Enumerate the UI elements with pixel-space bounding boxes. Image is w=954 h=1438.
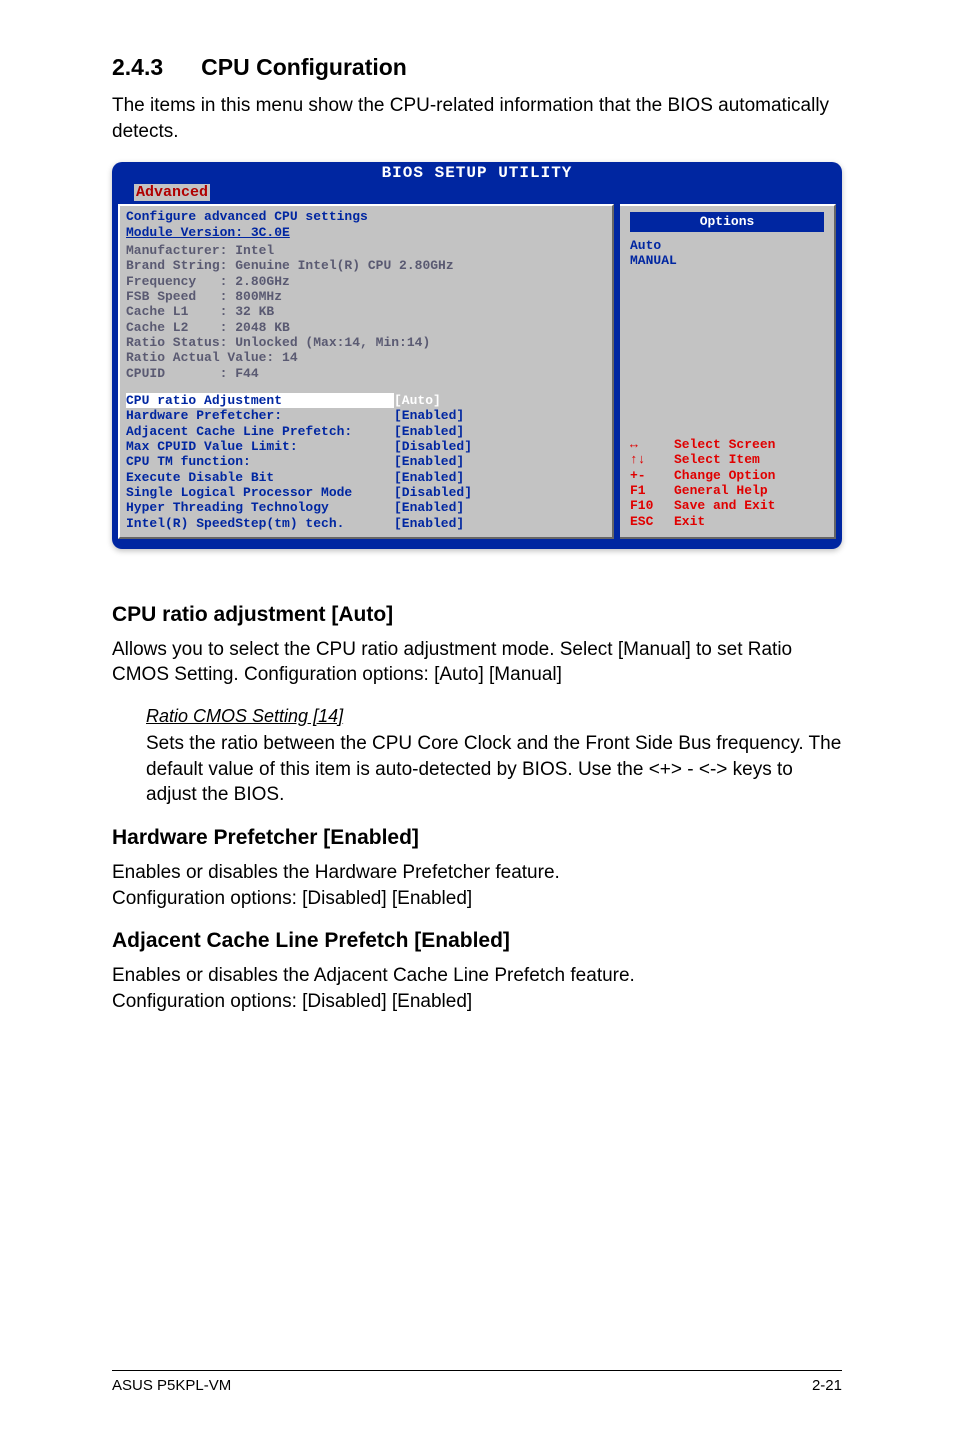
bios-param-label: CPU TM function: [126, 454, 394, 469]
bios-param-row[interactable]: Intel(R) SpeedStep(tm) tech.[Enabled] [126, 516, 606, 531]
bios-param-value: [Enabled] [394, 454, 464, 469]
bios-param-row[interactable]: Hardware Prefetcher:[Enabled] [126, 408, 606, 423]
bios-param-row[interactable]: Max CPUID Value Limit:[Disabled] [126, 439, 606, 454]
bios-nav-key: ↑↓ [630, 452, 674, 467]
bios-nav-row: F10Save and Exit [630, 498, 775, 513]
bios-param-row[interactable]: Hyper Threading Technology[Enabled] [126, 500, 606, 515]
hw-prefetcher-heading: Hardware Prefetcher [Enabled] [112, 826, 842, 850]
bios-param-row[interactable]: Execute Disable Bit[Enabled] [126, 470, 606, 485]
bios-option-item[interactable]: Auto [630, 238, 824, 253]
bios-nav-label: Exit [674, 514, 705, 529]
section-title: CPU Configuration [201, 54, 407, 80]
bios-cpu-info-line: FSB Speed : 800MHz [126, 289, 606, 304]
bios-nav-key: ESC [630, 514, 674, 529]
footer-right: 2-21 [812, 1377, 842, 1394]
bios-options-header: Options [630, 212, 824, 231]
bios-nav-key: ↔ [630, 437, 674, 452]
bios-nav-label: Select Screen [674, 437, 775, 452]
bios-cpu-info-line: Ratio Status: Unlocked (Max:14, Min:14) [126, 335, 606, 350]
bios-param-row[interactable]: Single Logical Processor Mode[Disabled] [126, 485, 606, 500]
bios-param-label: CPU ratio Adjustment [126, 393, 394, 408]
bios-cpu-info-line: Cache L1 : 32 KB [126, 304, 606, 319]
bios-param-value: [Disabled] [394, 439, 472, 454]
bios-cpu-info-line: Manufacturer: Intel [126, 243, 606, 258]
bios-param-value: [Enabled] [394, 500, 464, 515]
bios-nav-label: Select Item [674, 452, 760, 467]
bios-left-header: Configure advanced CPU settings Module V… [118, 204, 614, 240]
bios-nav-label: Change Option [674, 468, 775, 483]
footer-left: ASUS P5KPL-VM [112, 1377, 231, 1394]
bios-screenshot: BIOS SETUP UTILITY Advanced Configure ad… [112, 162, 842, 549]
ratio-cmos-heading: Ratio CMOS Setting [14] [146, 706, 343, 727]
bios-param-label: Single Logical Processor Mode [126, 485, 394, 500]
bios-cpu-info: Manufacturer: IntelBrand String: Genuine… [118, 240, 614, 387]
hw-prefetcher-p1: Enables or disables the Hardware Prefetc… [112, 860, 842, 886]
bios-cpu-info-line: CPUID : F44 [126, 366, 606, 381]
bios-param-value: [Enabled] [394, 470, 464, 485]
adj-cache-p2: Configuration options: [Disabled] [Enabl… [112, 989, 842, 1015]
ratio-cmos-block: Ratio CMOS Setting [14] Sets the ratio b… [112, 706, 842, 808]
bios-nav-key: F10 [630, 498, 674, 513]
bios-right-pane: Options AutoMANUAL ↔Select Screen↑↓Selec… [620, 204, 842, 549]
bios-nav-key: F1 [630, 483, 674, 498]
bios-param-label: Execute Disable Bit [126, 470, 394, 485]
bios-nav-row: ESCExit [630, 514, 775, 529]
cpu-ratio-paragraph: Allows you to select the CPU ratio adjus… [112, 637, 842, 688]
bios-param-label: Hyper Threading Technology [126, 500, 394, 515]
bios-param-row[interactable]: CPU ratio Adjustment[Auto] [126, 393, 606, 408]
bios-nav-row: F1General Help [630, 483, 775, 498]
bios-param-label: Intel(R) SpeedStep(tm) tech. [126, 516, 394, 531]
bios-nav-row: ↔Select Screen [630, 437, 775, 452]
bios-param-row[interactable]: CPU TM function:[Enabled] [126, 454, 606, 469]
intro-paragraph: The items in this menu show the CPU-rela… [112, 93, 842, 144]
ratio-cmos-paragraph: Sets the ratio between the CPU Core Cloc… [146, 731, 842, 808]
hw-prefetcher-p2: Configuration options: [Disabled] [Enabl… [112, 886, 842, 912]
bios-nav-label: General Help [674, 483, 768, 498]
bios-param-value: [Disabled] [394, 485, 472, 500]
bios-title: BIOS SETUP UTILITY [112, 162, 842, 184]
adj-cache-p1: Enables or disables the Adjacent Cache L… [112, 963, 842, 989]
bios-param-row[interactable]: Adjacent Cache Line Prefetch:[Enabled] [126, 424, 606, 439]
bios-nav-row: ↑↓Select Item [630, 452, 775, 467]
bios-nav-row: +-Change Option [630, 468, 775, 483]
bios-param-label: Hardware Prefetcher: [126, 408, 394, 423]
bios-param-value: [Enabled] [394, 424, 464, 439]
bios-tab-row: Advanced [112, 184, 842, 204]
page-footer: ASUS P5KPL-VM 2-21 [112, 1370, 842, 1394]
section-heading: 2.4.3 CPU Configuration [112, 54, 842, 81]
bios-options-list: AutoMANUAL [620, 238, 834, 269]
adj-cache-heading: Adjacent Cache Line Prefetch [Enabled] [112, 929, 842, 953]
bios-params-list: CPU ratio Adjustment[Auto]Hardware Prefe… [118, 387, 614, 539]
bios-param-value: [Enabled] [394, 408, 464, 423]
bios-left-header-l1: Configure advanced CPU settings [126, 209, 606, 224]
bios-cpu-info-line: Cache L2 : 2048 KB [126, 320, 606, 335]
cpu-ratio-heading: CPU ratio adjustment [Auto] [112, 603, 842, 627]
bios-tab-advanced[interactable]: Advanced [134, 184, 210, 201]
bios-cpu-info-line: Brand String: Genuine Intel(R) CPU 2.80G… [126, 258, 606, 273]
section-number: 2.4.3 [112, 54, 163, 81]
bios-nav-legend: ↔Select Screen↑↓Select Item+-Change Opti… [630, 437, 775, 529]
bios-left-pane: Configure advanced CPU settings Module V… [112, 204, 620, 549]
bios-param-label: Max CPUID Value Limit: [126, 439, 394, 454]
bios-left-header-l2: Module Version: 3C.0E [126, 225, 606, 240]
bios-nav-key: +- [630, 468, 674, 483]
bios-option-item[interactable]: MANUAL [630, 253, 824, 268]
bios-cpu-info-line: Ratio Actual Value: 14 [126, 350, 606, 365]
bios-param-value: [Auto] [394, 393, 441, 408]
bios-param-label: Adjacent Cache Line Prefetch: [126, 424, 394, 439]
bios-cpu-info-line: Frequency : 2.80GHz [126, 274, 606, 289]
bios-param-value: [Enabled] [394, 516, 464, 531]
bios-nav-label: Save and Exit [674, 498, 775, 513]
